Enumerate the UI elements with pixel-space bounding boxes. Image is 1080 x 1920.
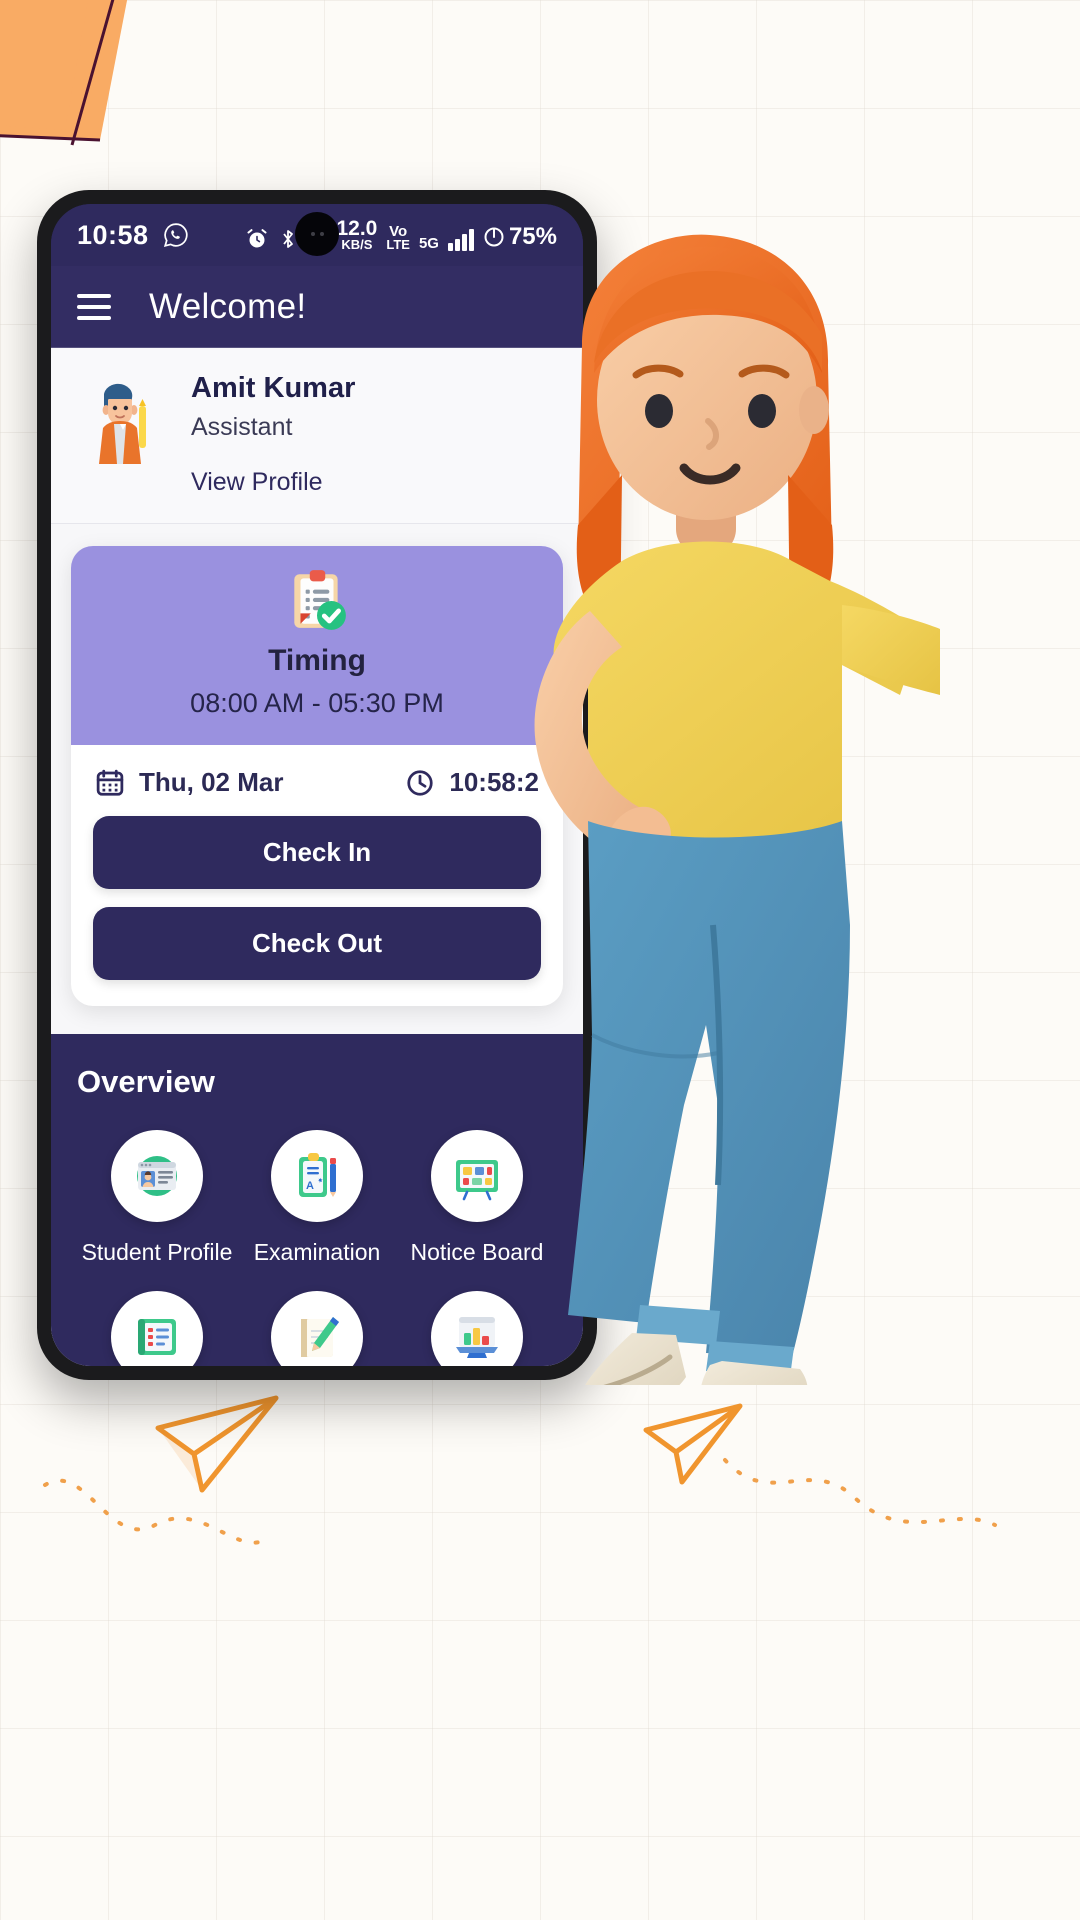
overview-item-label: Examination: [253, 1239, 381, 1265]
volte-indicator: Vo LTE: [386, 223, 410, 252]
network-type-indicator: 5G: [418, 234, 439, 252]
clipboard-check-icon: [294, 570, 346, 630]
data-speed-unit: KB/S: [341, 236, 373, 252]
data-speed-indicator: 12.0 KB/S: [336, 216, 378, 252]
overview-item-examination[interactable]: A Examination: [237, 1130, 397, 1267]
overview-item-student-profile[interactable]: Student Profile: [77, 1130, 237, 1267]
dashed-path-right: [723, 1458, 997, 1527]
whatsapp-icon: [163, 223, 188, 248]
profile-role: Assistant: [191, 413, 293, 441]
alarm-icon: [247, 229, 267, 248]
3d-girl-character: [534, 234, 940, 1385]
camera-punch-hole: [295, 212, 339, 256]
page-title: Welcome!: [149, 286, 307, 326]
overview-item-homework[interactable]: Homework: [77, 1290, 237, 1366]
profile-info: Amit Kumar Assistant View Profile: [191, 366, 355, 497]
paper-plane-icon-right: [643, 1403, 743, 1485]
date-label: Thu, 02 Mar: [139, 767, 284, 797]
classwork-notebook-icon: [301, 1316, 339, 1357]
date-display: Thu, 02 Mar: [95, 767, 283, 798]
data-speed-value: 12.0: [336, 216, 378, 240]
view-profile-link[interactable]: View Profile: [191, 468, 355, 497]
status-bar-left: 10:58: [77, 220, 189, 251]
profile-name: Amit Kumar: [191, 372, 356, 404]
teacher-avatar: [99, 383, 146, 464]
svg-text:A: A: [306, 1180, 314, 1192]
status-bar-clock: 10:58: [77, 219, 149, 250]
overview-icon-wrapper: [111, 1130, 203, 1222]
exam-clipboard-icon: A: [299, 1153, 336, 1197]
id-card-icon: [137, 1156, 177, 1196]
clock-icon: [407, 769, 433, 796]
paper-plane-icon-left: [155, 1395, 279, 1493]
network-type-label: 5G: [418, 234, 439, 252]
overview-icon-wrapper: [111, 1290, 203, 1366]
hamburger-icon[interactable]: [77, 293, 111, 320]
volte-line2: LTE: [386, 236, 410, 252]
overview-icon-wrapper: [271, 1290, 363, 1366]
overview-item-classwork[interactable]: Classwork: [237, 1290, 397, 1366]
overview-item-label: Student Profile: [81, 1239, 233, 1265]
overview-icon-wrapper: A: [271, 1130, 363, 1222]
homework-book-icon: [138, 1318, 176, 1355]
orange-triangle-shape: [0, 0, 128, 146]
calendar-icon: [96, 769, 124, 796]
